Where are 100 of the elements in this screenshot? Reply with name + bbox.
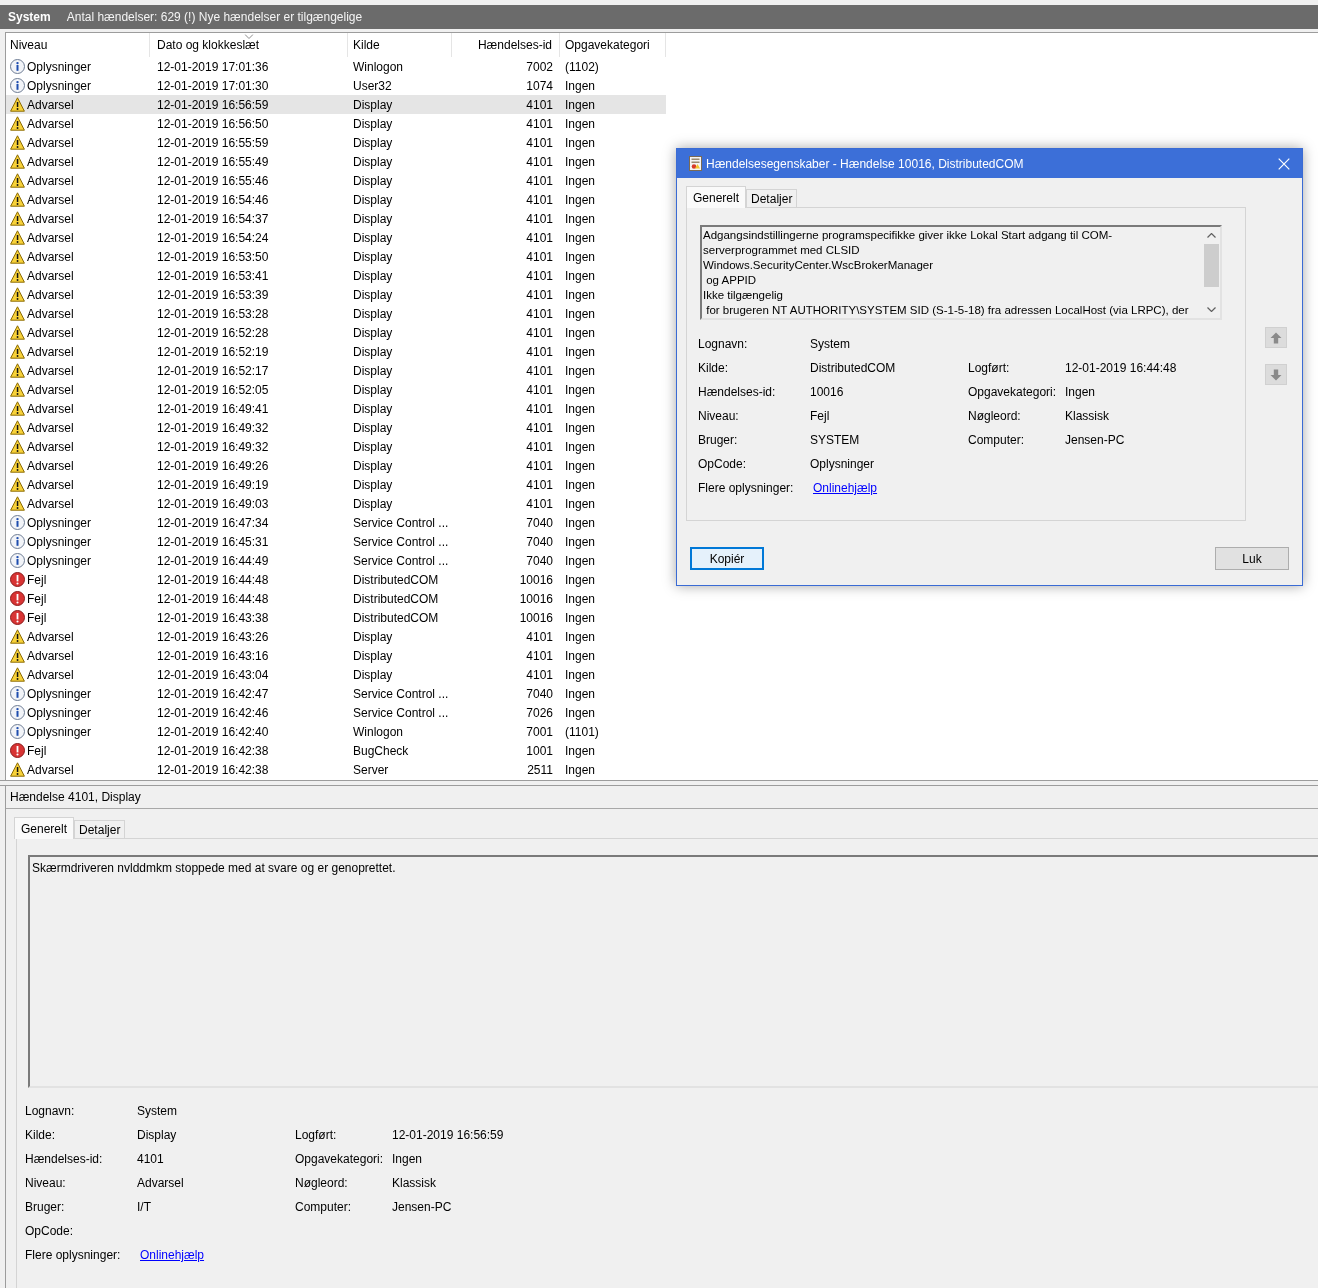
table-cell-text: 12-01-2019 16:52:17: [157, 362, 269, 380]
error-icon: [10, 572, 25, 587]
caret-down-icon[interactable]: [1207, 307, 1216, 312]
info-icon: [10, 534, 25, 549]
table-cell-text: Ingen: [565, 96, 596, 114]
message-field[interactable]: Adgangsindstillingerne programspecifikke giver ikke Lokal Start adgang til COM- serverprogrammet med CLSID Windows.SecurityCenter.WscBrokerManager og APPID Ikke tilgængelig for brugeren NT AUTHORITY\SYSTEM SID (S-1-5-18) fra adressen LocalHost (via LRPC), der: [700, 225, 1222, 320]
table-cell-text: 4101: [526, 343, 553, 361]
splitter[interactable]: [0, 780, 1318, 786]
tab[interactable]: Detaljer: [74, 820, 126, 838]
table-cell-text: Ingen: [565, 343, 596, 361]
help-link[interactable]: Onlinehjælp: [140, 1246, 205, 1264]
table-cell-text: 12-01-2019 16:43:04: [157, 666, 269, 684]
field-label: Hændelses-id:: [25, 1151, 103, 1168]
table-cell-text: 12-01-2019 16:55:49: [157, 153, 269, 171]
table-cell-text: Ingen: [565, 495, 596, 513]
table-cell-text: Ingen: [565, 666, 596, 684]
scrollbar-thumb[interactable]: [1204, 244, 1219, 287]
table-cell-text: 4101: [526, 305, 553, 323]
table-cell-text: 4101: [526, 400, 553, 418]
error-icon: [10, 743, 25, 758]
up-button[interactable]: [1265, 327, 1287, 348]
field-label: Bruger:: [25, 1199, 65, 1216]
table-cell-text: Display: [353, 381, 393, 399]
table-cell-text: Ingen: [565, 400, 596, 418]
table-cell-text: 12-01-2019 16:44:49: [157, 552, 269, 570]
table-cell-text: Advarsel: [27, 419, 74, 437]
table-cell-text: Ingen: [565, 438, 596, 456]
table-cell-text: DistributedCOM: [353, 571, 439, 589]
table-cell-text: Advarsel: [27, 438, 74, 456]
table-cell-text: 7040: [526, 533, 553, 551]
table-cell-text: 12-01-2019 16:53:41: [157, 267, 269, 285]
field-label: Lognavn:: [25, 1103, 75, 1120]
caret-up-icon[interactable]: [1207, 233, 1216, 238]
table-cell-text: Display: [353, 229, 393, 247]
table-cell-text: Advarsel: [27, 343, 74, 361]
field-label: Logført:: [968, 360, 1010, 377]
table-cell-text: Server: [353, 761, 389, 779]
table-cell-text: Display: [353, 476, 393, 494]
table-cell-text: 4101: [526, 324, 553, 342]
down-button[interactable]: [1265, 364, 1287, 385]
table-cell-text: Ingen: [565, 609, 596, 627]
table-cell-text: Ingen: [565, 590, 596, 608]
table-cell-text: Advarsel: [27, 248, 74, 266]
table-cell-text: 12-01-2019 16:49:26: [157, 457, 269, 475]
field-label: Logført:: [295, 1127, 337, 1144]
message-field[interactable]: Skærmdriveren nvlddmkm stoppede med at svare og er genoprettet.: [28, 855, 1318, 1088]
table-cell-text: 4101: [526, 666, 553, 684]
field-value: 4101: [137, 1151, 164, 1168]
table-cell-text: 12-01-2019 16:49:03: [157, 495, 269, 513]
table-cell-text: Advarsel: [27, 362, 74, 380]
table-cell-text: Display: [353, 96, 393, 114]
table-cell-text: 7026: [526, 704, 553, 722]
table-cell-text: 2511: [527, 761, 553, 779]
table-cell-text: Ingen: [565, 457, 596, 475]
table-cell-text: 12-01-2019 16:47:34: [157, 514, 269, 532]
table-cell-text: 12-01-2019 16:42:38: [157, 742, 269, 760]
field-label: Kilde:: [698, 360, 729, 377]
table-cell-text: 12-01-2019 16:42:46: [157, 704, 269, 722]
table-cell-text: Display: [353, 210, 393, 228]
warning-icon: [10, 97, 25, 112]
field-label: Hændelses-id:: [698, 384, 776, 401]
warning-icon: [10, 192, 25, 207]
tab[interactable]: Generelt: [14, 817, 75, 839]
warning-icon: [10, 287, 25, 302]
table-cell-text: Fejl: [27, 742, 47, 760]
table-cell-text: Display: [353, 400, 393, 418]
help-link[interactable]: Onlinehjælp: [813, 479, 878, 497]
table-cell-text: Advarsel: [27, 400, 74, 418]
table-cell-text: Ingen: [565, 628, 596, 646]
arrow-down-icon: [1270, 368, 1282, 381]
dialog-button[interactable]: Luk: [1215, 547, 1289, 570]
event-row[interactable]: Advarsel 12-01-2019 16:56:59 Display 4101 Ingen: [6, 95, 666, 114]
tab[interactable]: Detaljer: [746, 189, 798, 207]
field-label: Niveau:: [25, 1175, 66, 1192]
table-cell-text: 7001: [526, 723, 553, 741]
table-cell-text: 4101: [526, 419, 553, 437]
table-cell-text: Display: [353, 286, 393, 304]
table-cell-text: Oplysninger: [27, 552, 92, 570]
field-value: System: [137, 1103, 177, 1120]
info-icon: [10, 78, 25, 93]
table-cell-text: 12-01-2019 16:52:28: [157, 324, 269, 342]
warning-icon: [10, 477, 25, 492]
table-cell-text: Advarsel: [27, 381, 74, 399]
table-cell-text: Advarsel: [27, 647, 74, 665]
field-value: DistributedCOM: [810, 360, 896, 377]
warning-icon: [10, 439, 25, 454]
table-cell-text: Advarsel: [27, 191, 74, 209]
log-title: System: [8, 9, 51, 26]
table-cell-text: Ingen: [565, 115, 596, 133]
table-cell-text: Service Control ...: [353, 685, 449, 703]
table-cell-text: 4101: [526, 248, 553, 266]
table-cell-text: Ingen: [565, 248, 596, 266]
field-label: Niveau:: [698, 408, 739, 425]
table-cell-text: 4101: [526, 438, 553, 456]
table-cell-text: 12-01-2019 16:54:46: [157, 191, 269, 209]
table-cell-text: 4101: [526, 457, 553, 475]
dialog-button[interactable]: Kopiér: [690, 547, 764, 570]
tab[interactable]: Generelt: [686, 186, 747, 208]
warning-icon: [10, 648, 25, 663]
table-cell-text: BugCheck: [353, 742, 409, 760]
